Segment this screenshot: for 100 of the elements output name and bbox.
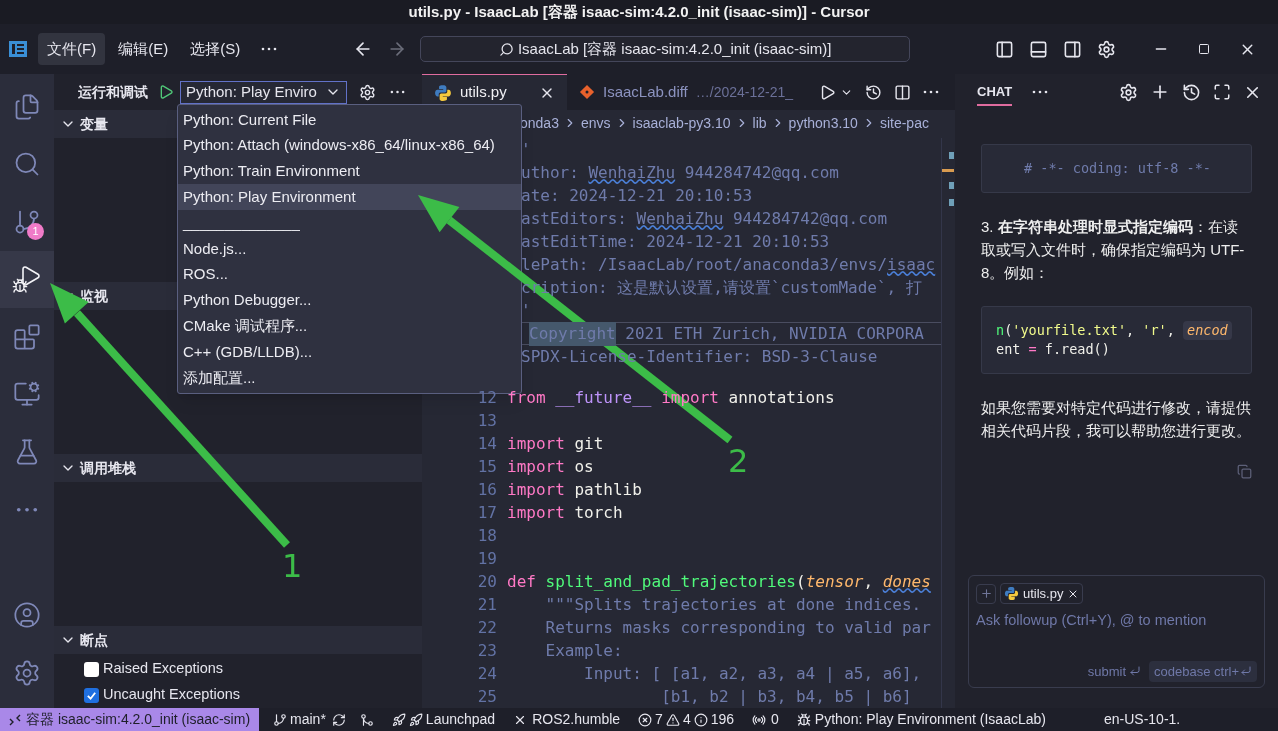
remote-indicator[interactable]: 容器 isaac-sim:4.2.0_init (isaac-sim) xyxy=(0,708,260,731)
breakpoint-option[interactable]: Raised Exceptions xyxy=(54,656,422,682)
sync-icon[interactable] xyxy=(331,712,346,727)
code-token: n xyxy=(996,321,1005,340)
code-token: WenhaiZhu xyxy=(636,207,724,230)
code-token: __future__ xyxy=(554,386,653,409)
branch-status[interactable]: main* xyxy=(273,709,326,730)
submit-button[interactable]: submit xyxy=(1087,661,1142,681)
checkbox[interactable] xyxy=(84,687,99,703)
line-number: 14 xyxy=(477,433,497,453)
search-icon xyxy=(498,41,514,57)
menu-option[interactable]: Python: Attach (windows-x86_64/linux-x86_64) xyxy=(178,132,521,159)
code-token: import xyxy=(507,478,565,501)
blocks-icon xyxy=(13,322,41,351)
breadcrumb[interactable]: lib xyxy=(752,112,767,134)
code-token: ' xyxy=(521,299,531,322)
code-token: git xyxy=(573,432,604,455)
menu-item[interactable]: 文件(F) xyxy=(38,32,106,66)
panel-bottom-icon[interactable] xyxy=(1029,39,1048,59)
menu-option[interactable]: Python: Current File xyxy=(178,107,521,133)
menu-item[interactable]: 选择(S) xyxy=(181,32,250,66)
breadcrumb[interactable]: python3.10 xyxy=(788,112,858,134)
search-field[interactable]: IsaacLab [容器 isaac-sim:4.2.0_init (isaac-sim)] xyxy=(420,36,911,62)
code-token: lePath: /IsaacLab/root/anaconda3/envs/ xyxy=(521,253,888,276)
more-icon xyxy=(16,506,38,512)
copy-icon[interactable] xyxy=(1237,464,1252,479)
account-icon xyxy=(13,601,41,629)
checkbox[interactable] xyxy=(84,661,99,677)
more-icon[interactable] xyxy=(923,90,939,94)
menu-option[interactable]: ROS... xyxy=(178,261,521,288)
app-logo-icon xyxy=(8,39,28,59)
add-context-button[interactable] xyxy=(976,583,996,604)
code-token: Input: [ [a1, a2, a3, a4 | a5, a6], xyxy=(583,662,922,685)
panel-right-icon[interactable] xyxy=(1063,39,1082,59)
history-icon[interactable] xyxy=(865,83,882,101)
breadcrumb[interactable]: envs xyxy=(580,112,611,134)
settings-icon[interactable] xyxy=(1119,82,1138,102)
code-token: import xyxy=(507,455,565,478)
merge-icon[interactable] xyxy=(359,712,374,727)
code-token: encod xyxy=(1183,321,1232,340)
debug-status[interactable]: Python: Play Environment (IsaacLab) xyxy=(796,709,1046,730)
run-icon[interactable] xyxy=(819,83,836,101)
code-token: def xyxy=(507,570,537,593)
line-number: 20 xyxy=(477,571,497,591)
enter-icon xyxy=(1129,665,1142,678)
menu-option[interactable]: Python: Play Environment xyxy=(178,184,521,211)
more-icon[interactable] xyxy=(261,47,278,51)
menu-option[interactable]: Python Debugger... xyxy=(178,287,521,314)
code-token: WenhaiZhu xyxy=(588,161,676,184)
code-token: pathlib xyxy=(573,478,642,501)
locale-status[interactable]: en-US-10-1. xyxy=(1103,709,1181,730)
menu-option[interactable]: Python: Train Environment xyxy=(178,158,521,185)
maximize-icon[interactable] xyxy=(1198,43,1210,55)
more-icon[interactable] xyxy=(1032,90,1049,94)
code-token: astEditors: xyxy=(521,207,628,230)
menu-option[interactable]: Node.js... xyxy=(178,236,521,262)
code-token: tensor xyxy=(805,570,864,593)
context-chip[interactable]: utils.py xyxy=(1000,583,1084,604)
more-icon[interactable] xyxy=(390,90,405,94)
config-select[interactable]: Python: Play Enviro xyxy=(180,80,347,104)
menu-option[interactable]: C++ (GDB/LLDB)... xyxy=(178,339,521,365)
breadcrumb[interactable]: isaaclab-py3.10 xyxy=(632,112,731,134)
menu-option[interactable]: ______________ xyxy=(178,210,521,236)
section-header[interactable]: 调用堆栈 xyxy=(54,454,422,482)
chat-input[interactable]: Ask followup (Ctrl+Y), @ to mention xyxy=(976,610,1257,632)
enter-icon xyxy=(1240,665,1252,678)
run-debug-icon xyxy=(12,264,42,295)
maximize-icon[interactable] xyxy=(1213,83,1231,101)
badge: 1 xyxy=(27,223,44,240)
broadcast-icon xyxy=(752,712,767,727)
line-number: 24 xyxy=(477,663,497,683)
bug-icon xyxy=(796,712,811,727)
breakpoint-option[interactable]: Uncaught Exceptions xyxy=(54,682,422,708)
editor-tab[interactable]: IsaacLab.diff …/2024-12-21_ xyxy=(567,74,806,110)
activity-item[interactable] xyxy=(0,250,54,308)
section-header[interactable]: 断点 xyxy=(54,626,422,654)
code-token: ' xyxy=(521,138,531,161)
menu-option[interactable]: CMake 调试程序... xyxy=(178,313,521,340)
ros-status[interactable]: ROS2.humble xyxy=(513,709,621,730)
panel-left-icon[interactable] xyxy=(995,39,1014,59)
menu-item[interactable]: 编辑(E) xyxy=(109,32,178,66)
code-token: 944284742@qq.com xyxy=(683,161,839,184)
chat-tab[interactable]: CHAT xyxy=(977,82,1013,106)
problems-status[interactable]: 7 4 196 xyxy=(638,709,735,730)
settings-icon[interactable] xyxy=(359,83,376,101)
code-token: , xyxy=(863,570,875,593)
files-icon xyxy=(13,92,41,121)
annotation-label: 1 xyxy=(282,548,303,584)
code-token: 2021 ETH Zurich, NVIDIA CORPORA xyxy=(624,322,924,345)
launchpad-status[interactable]: Launchpad xyxy=(391,709,496,730)
chat-message: 3. 在字符串处理时显式指定编码：在读取或写入文件时，确保指定编码为 UTF-8。例如： xyxy=(981,217,1246,283)
split-editor-icon[interactable] xyxy=(894,83,911,101)
breadcrumb[interactable]: site-pac xyxy=(879,112,929,134)
check-icon xyxy=(86,689,97,701)
ports-status[interactable]: 0 xyxy=(752,709,779,730)
settings-icon[interactable] xyxy=(1097,39,1116,59)
breadcrumb[interactable]: onda3 xyxy=(520,112,559,134)
history-icon[interactable] xyxy=(1182,82,1201,102)
start-debug-icon[interactable] xyxy=(158,84,174,100)
rocket-icon xyxy=(408,712,423,727)
